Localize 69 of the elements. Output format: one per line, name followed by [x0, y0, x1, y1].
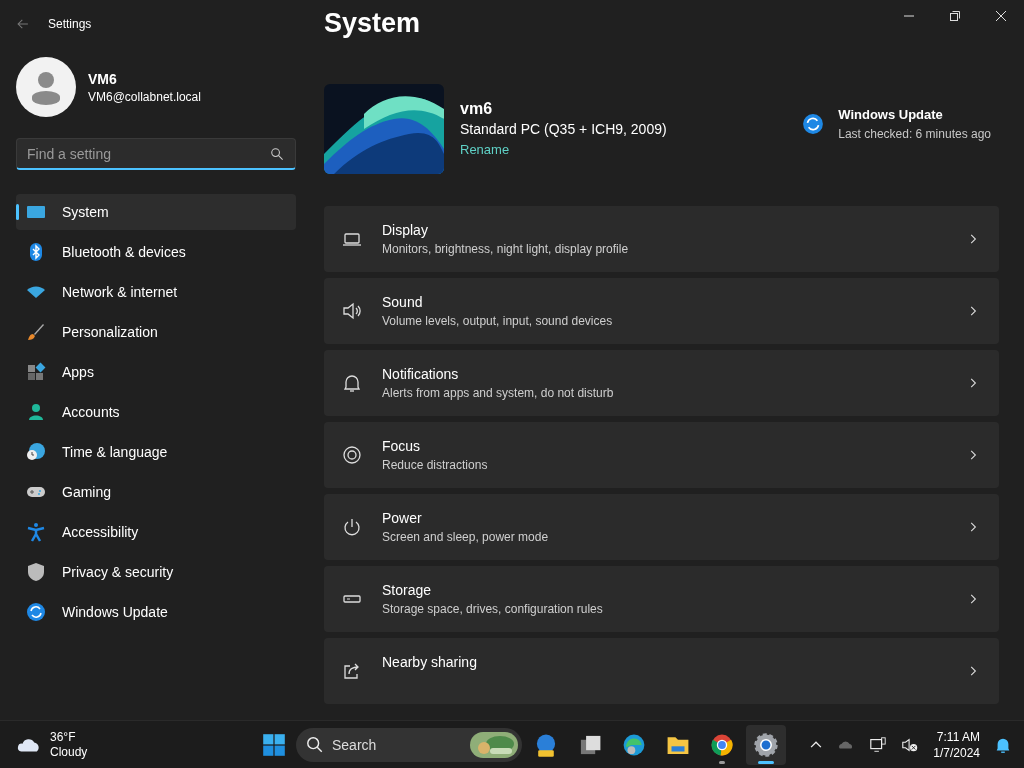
- settings-row[interactable]: Power Screen and sleep, power mode: [324, 494, 999, 560]
- update-status: Last checked: 6 minutes ago: [838, 127, 991, 141]
- sidebar-item[interactable]: Accounts: [16, 394, 296, 430]
- sidebar-item[interactable]: Personalization: [16, 314, 296, 350]
- accessibility-icon: [26, 522, 46, 542]
- sync-icon: [26, 602, 46, 622]
- device-name: vm6: [460, 100, 494, 118]
- gear-icon: [753, 731, 779, 758]
- window-title: Settings: [48, 17, 92, 31]
- settings-row[interactable]: Focus Reduce distractions: [324, 422, 999, 488]
- search-field[interactable]: Find a setting: [16, 138, 296, 170]
- person-icon: [26, 402, 46, 422]
- clock-time: 7:11 AM: [935, 728, 980, 745]
- apps-icon: [26, 362, 46, 382]
- close-icon: [996, 11, 1006, 21]
- sync-icon: [802, 113, 825, 135]
- search-icon: [270, 147, 284, 161]
- rename-link[interactable]: Rename: [460, 142, 510, 157]
- speaker-icon: [342, 301, 362, 321]
- setting-title: Focus: [382, 438, 422, 454]
- paintbrush-icon: [26, 322, 46, 342]
- setting-title: Nearby sharing: [382, 654, 478, 670]
- sidebar-item[interactable]: System: [16, 194, 296, 230]
- restore-icon: [950, 11, 960, 21]
- shield-icon: [26, 562, 46, 582]
- setting-title: Power: [382, 510, 423, 526]
- settings-row[interactable]: Display Monitors, brightness, night light, display profile: [324, 206, 999, 272]
- network-monitor-icon: [869, 735, 888, 754]
- sidebar-item[interactable]: Gaming: [16, 474, 296, 510]
- account-email: VM6@collabnet.local: [88, 89, 201, 104]
- setting-description: Alerts from apps and system, do not disturb: [382, 386, 615, 400]
- sidebar-item[interactable]: Apps: [16, 354, 296, 390]
- setting-title: Display: [382, 222, 429, 238]
- clock-date: 1/7/2024: [933, 744, 980, 761]
- settings-row[interactable]: Storage Storage space, drives, configuration rules: [324, 566, 999, 632]
- sidebar-item[interactable]: Network & internet: [16, 274, 296, 310]
- power-icon: [342, 517, 362, 537]
- settings-row[interactable]: Sound Volume levels, output, input, sound devices: [324, 278, 999, 344]
- setting-title: Storage: [382, 582, 433, 598]
- update-title: Windows Update: [838, 107, 944, 122]
- device-model: Standard PC (Q35 + ICH9, 2009): [460, 121, 668, 137]
- focus-icon: [342, 445, 362, 465]
- sidebar-item[interactable]: Accessibility: [16, 514, 296, 550]
- setting-title: Notifications: [382, 366, 460, 382]
- setting-description: Volume levels, output, input, sound devices: [382, 314, 614, 328]
- taskbar-app[interactable]: [746, 724, 786, 765]
- setting-description: Monitors, brightness, night light, display profile: [382, 242, 630, 256]
- setting-description: Reduce distractions: [382, 458, 489, 472]
- windows-logo-icon: [262, 732, 286, 757]
- temperature: 36°F: [50, 729, 77, 745]
- setting-title: Sound: [382, 294, 424, 310]
- sidebar-item[interactable]: Privacy & security: [16, 554, 296, 590]
- account-name: VM6: [88, 70, 118, 87]
- settings-row[interactable]: Nearby sharing: [324, 638, 999, 704]
- sidebar-item[interactable]: Bluetooth & devices: [16, 234, 296, 270]
- setting-description: Storage space, drives, configuration rules: [382, 602, 604, 616]
- avatar: [16, 57, 76, 117]
- page-title: System: [324, 8, 421, 40]
- setting-description: Screen and sleep, power mode: [382, 530, 550, 544]
- search-icon: [306, 735, 324, 754]
- bell-icon: [342, 373, 362, 393]
- sidebar-item[interactable]: Time & language: [16, 434, 296, 470]
- settings-row[interactable]: Notifications Alerts from apps and system, do not disturb: [324, 350, 999, 416]
- weather-condition: Cloudy: [50, 744, 88, 760]
- back-arrow-icon: [16, 17, 30, 31]
- sidebar-item[interactable]: Windows Update: [16, 594, 296, 630]
- speaker-muted-icon: [901, 735, 920, 754]
- taskbar-search[interactable]: Search: [296, 727, 522, 762]
- globe-clock-icon: [26, 442, 46, 462]
